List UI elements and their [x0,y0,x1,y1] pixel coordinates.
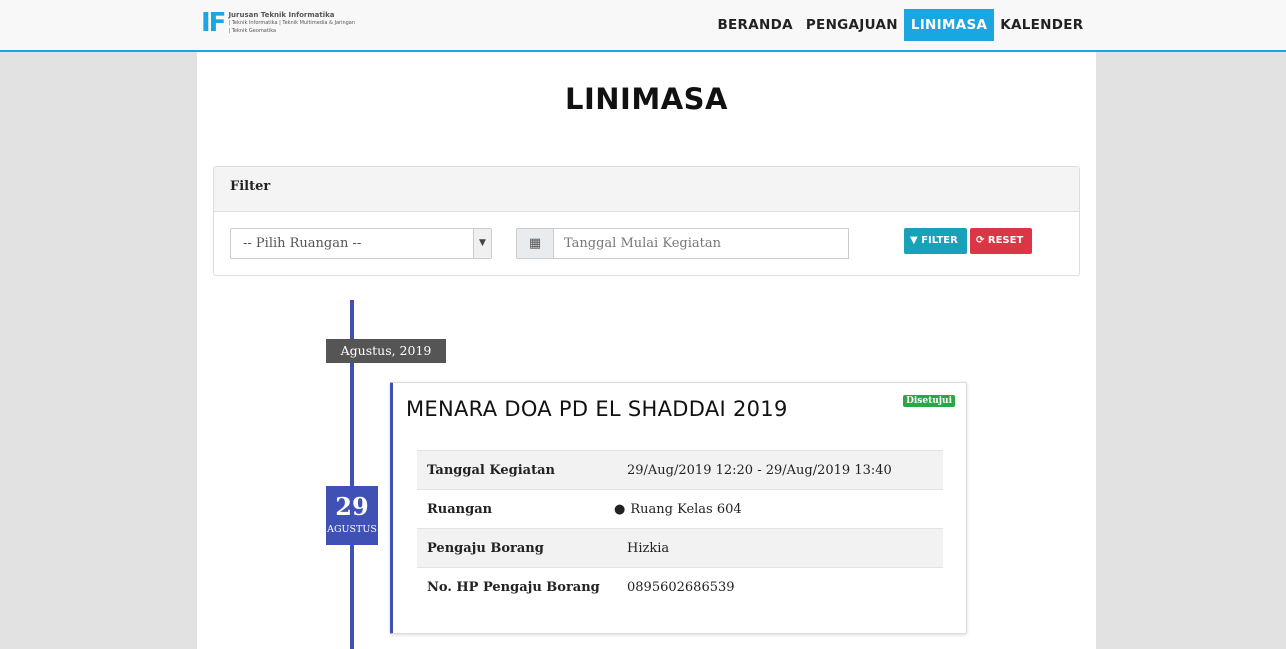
day-month: AGUSTUS [327,524,377,535]
filter-button-label: FILTER [921,235,958,246]
brand-line-2: | Teknik Informatika | Teknik Multimedia… [228,20,356,26]
event-card: MENARA DOA PD EL SHADDAI 2019 Disetujui … [390,382,967,634]
start-date-input[interactable]: Tanggal Mulai Kegiatan [553,228,849,259]
nav-item-beranda[interactable]: BERANDA [711,9,799,41]
room-select[interactable]: -- Pilih Ruangan -- ▼ [230,228,492,259]
brand-text: Jurusan Teknik Informatika | Teknik Info… [228,11,355,35]
day-number: 29 [335,492,369,521]
detail-label: Ruangan [417,489,617,529]
brand-line-1: Jurusan Teknik Informatika [228,11,335,19]
nav-item-pengajuan[interactable]: PENGAJUAN [799,9,904,41]
chevron-down-icon[interactable]: ▼ [473,229,491,258]
nav-item-kalender[interactable]: KALENDER [994,9,1090,41]
calendar-icon: ▦ [516,228,554,259]
filter-heading: Filter [214,167,1079,212]
reset-button-label: RESET [987,235,1024,246]
reset-button[interactable]: ⟳ RESET [970,228,1032,254]
table-row: Ruangan ● Ruang Kelas 604 [417,489,943,529]
table-row: No. HP Pengaju Borang 0895602686539 [417,567,943,607]
brand-line-3: | Teknik Geomatika [228,28,277,34]
table-row: Tanggal Kegiatan 29/Aug/2019 12:20 - 29/… [417,450,943,490]
funnel-icon: ▼ [910,235,918,246]
detail-value: 29/Aug/2019 12:20 - 29/Aug/2019 13:40 [617,450,943,490]
brand-mark: IF [201,8,226,38]
refresh-icon: ⟳ [976,235,985,246]
top-navbar: IF Jurusan Teknik Informatika | Teknik I… [0,0,1286,52]
event-detail-table: Tanggal Kegiatan 29/Aug/2019 12:20 - 29/… [417,450,943,607]
detail-label: No. HP Pengaju Borang [417,567,617,607]
table-row: Pengaju Borang Hizkia [417,528,943,568]
main-nav: BERANDA PENGAJUAN LINIMASA KALENDER [711,9,1090,41]
filter-card: Filter -- Pilih Ruangan -- ▼ ▦ Tanggal M… [213,166,1080,276]
page-title: LINIMASA [565,82,728,116]
event-title: MENARA DOA PD EL SHADDAI 2019 [406,397,788,421]
detail-label: Tanggal Kegiatan [417,450,617,490]
nav-item-linimasa[interactable]: LINIMASA [904,9,994,41]
detail-value: 0895602686539 [617,567,943,607]
filter-button[interactable]: ▼ FILTER [904,228,967,254]
detail-value: Hizkia [617,528,943,568]
bullet-icon: ● [614,501,626,517]
main-content: LINIMASA Filter -- Pilih Ruangan -- ▼ ▦ … [197,52,1096,649]
day-badge: 29 AGUSTUS [326,486,378,545]
detail-label: Pengaju Borang [417,528,617,568]
month-badge: Agustus, 2019 [326,339,446,363]
room-select-value: -- Pilih Ruangan -- [243,236,362,251]
status-badge: Disetujui [903,395,955,407]
brand-logo[interactable]: IF Jurusan Teknik Informatika | Teknik I… [201,8,355,38]
detail-value: Ruang Kelas 604 [630,501,742,517]
detail-value-cell: ● Ruang Kelas 604 [614,489,943,529]
